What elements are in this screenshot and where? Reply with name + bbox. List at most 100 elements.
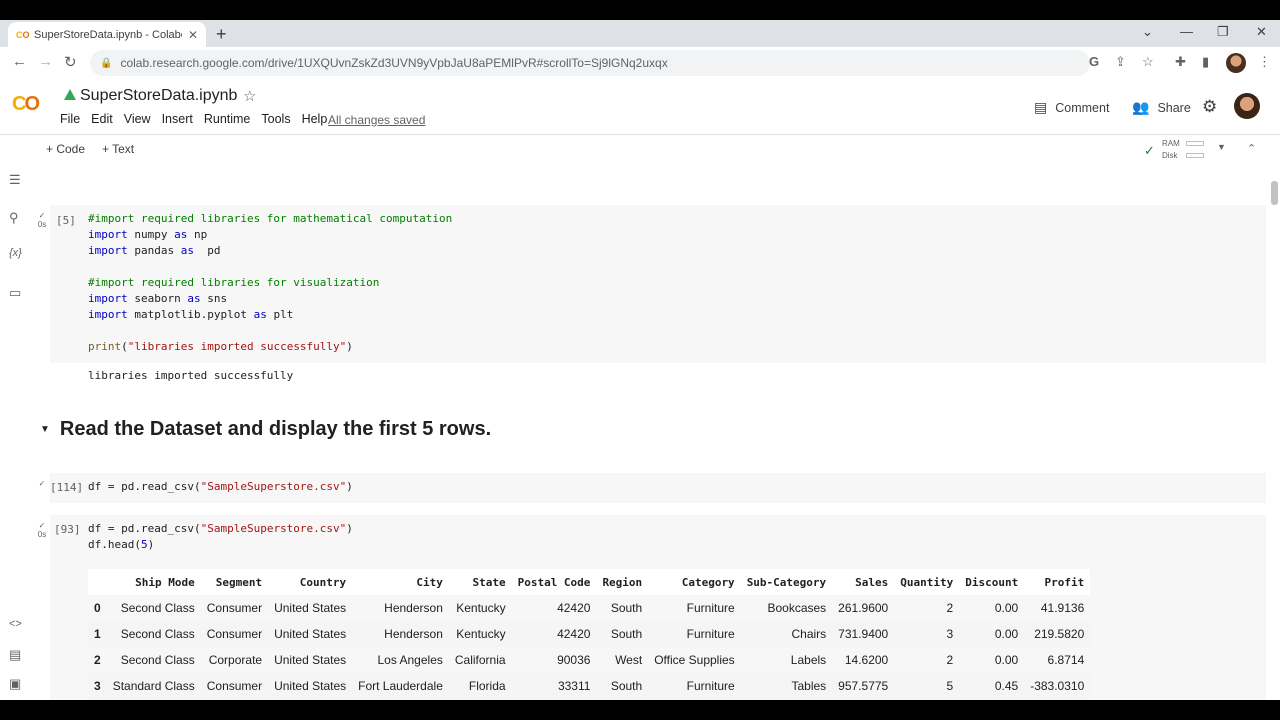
search-icon[interactable]: ⚲: [9, 210, 19, 226]
collapse-caret-icon[interactable]: ▼: [40, 424, 50, 435]
table-cell: United States: [274, 653, 347, 667]
browser-window: CO SuperStoreData.ipynb - Colabora ✕ + ⌄…: [0, 20, 1280, 700]
share-button[interactable]: 👥 Share: [1132, 99, 1191, 116]
column-header: Ship Mode: [106, 569, 201, 595]
cell-status-icon[interactable]: ✓ 0s: [36, 521, 48, 539]
menu-view[interactable]: View: [124, 112, 151, 126]
table-row: 3 Standard Class Consumer United States Fort…: [88, 673, 1091, 699]
column-header: Country: [268, 569, 353, 595]
collapse-header-icon[interactable]: ⌃: [1247, 142, 1256, 155]
minimize-icon[interactable]: —: [1180, 24, 1193, 39]
side-panel-icon[interactable]: ▮: [1202, 54, 1209, 70]
variables-icon[interactable]: {x}: [9, 247, 22, 259]
google-icon[interactable]: G: [1089, 54, 1099, 69]
code-editor[interactable]: #import required libraries for mathemati…: [88, 211, 452, 355]
command-palette-icon[interactable]: ▤: [9, 647, 21, 663]
list-icon[interactable]: ☰: [9, 172, 21, 188]
share-label: Share: [1157, 100, 1191, 115]
share-page-icon[interactable]: ⇪: [1115, 54, 1126, 70]
ram-bar: [1186, 141, 1204, 146]
table-cell: Kentucky: [448, 621, 512, 647]
execution-count: [93]: [54, 523, 81, 536]
folder-icon[interactable]: ▭: [9, 285, 21, 301]
table-row: 0 Second Class Consumer United States Hender…: [88, 595, 1090, 621]
extensions-icon[interactable]: ✚: [1175, 54, 1186, 70]
code-cell-imports[interactable]: ✓ 0s [5] #import required libraries for m…: [38, 205, 1266, 363]
table-cell: South: [596, 673, 649, 699]
ram-label: RAM: [1162, 139, 1180, 148]
table-cell: Florida: [448, 673, 512, 699]
vertical-scrollbar[interactable]: [1270, 165, 1280, 700]
maximize-icon[interactable]: ❐: [1217, 24, 1229, 40]
table-cell: 42420: [511, 621, 597, 647]
table-cell: South: [610, 601, 643, 615]
table-cell: 0.00: [959, 621, 1025, 647]
menu-tools[interactable]: Tools: [261, 112, 290, 126]
table-cell: 2: [946, 601, 954, 615]
column-header: [88, 569, 107, 595]
table-cell: 261.9600: [838, 601, 889, 615]
terminal-icon[interactable]: ▣: [9, 676, 21, 692]
column-header: Profit: [1024, 569, 1091, 595]
table-cell: Henderson: [384, 601, 443, 615]
table-cell: Standard Class: [106, 673, 201, 699]
profile-avatar[interactable]: [1226, 53, 1246, 73]
table-cell: 6.8714: [1047, 653, 1085, 667]
chevron-down-icon[interactable]: ▼: [1217, 142, 1226, 152]
column-header: Sub-Category: [740, 569, 833, 595]
table-cell: Chairs: [740, 621, 833, 647]
column-header: Sales: [832, 569, 895, 595]
arrow-right-icon[interactable]: →: [38, 53, 53, 70]
dataframe-output: Ship Mode Segment Country City State Pos…: [88, 569, 1091, 699]
drive-icon: [64, 89, 76, 100]
comment-label: Comment: [1055, 100, 1110, 115]
arrow-left-icon[interactable]: ←: [12, 53, 27, 70]
code-cell-read-csv[interactable]: ✓ [114] df = pd.read_csv("SampleSupersto…: [39, 473, 1266, 503]
left-rail: ☰ ⚲ {x} ▭ <> ▤ ▣: [0, 135, 34, 700]
menu-runtime[interactable]: Runtime: [204, 112, 251, 126]
table-cell: 33311: [511, 673, 597, 699]
people-icon: 👥: [1132, 99, 1150, 115]
new-tab-icon[interactable]: +: [216, 24, 227, 45]
close-window-icon[interactable]: ✕: [1256, 24, 1267, 40]
gear-icon[interactable]: ⚙: [1202, 97, 1217, 117]
heading-text: Read the Dataset and display the first 5…: [59, 418, 492, 440]
table-row: 1 Second Class Consumer United States Hender…: [88, 621, 1091, 647]
column-header: Region: [596, 569, 649, 595]
table-cell: Consumer: [200, 673, 269, 699]
browser-menu-icon[interactable]: ⋮: [1258, 54, 1271, 70]
colab-logo[interactable]: CO: [12, 93, 40, 116]
tab-search-icon[interactable]: ⌄: [1142, 24, 1153, 40]
code-editor[interactable]: df = pd.read_csv("SampleSuperstore.csv"): [88, 479, 353, 495]
notebook-content: ✓ 0s [5] #import required libraries for m…: [34, 165, 1270, 700]
browser-tab[interactable]: CO SuperStoreData.ipynb - Colabora ✕: [8, 22, 206, 47]
cell-status-icon[interactable]: ✓ 0s: [36, 211, 48, 229]
table-cell: Kentucky: [456, 601, 506, 615]
table-cell: -383.0310: [1024, 673, 1091, 699]
bookmark-star-icon[interactable]: ☆: [1142, 54, 1154, 70]
reload-icon[interactable]: ↻: [64, 53, 77, 71]
code-editor[interactable]: df = pd.read_csv("SampleSuperstore.csv")…: [88, 521, 353, 553]
menu-edit[interactable]: Edit: [91, 112, 113, 126]
url-text: colab.research.google.com/drive/1UXQUvnZ…: [120, 56, 668, 70]
address-bar[interactable]: 🔒 colab.research.google.com/drive/1UXQUv…: [90, 50, 1090, 76]
add-code-button[interactable]: + Code: [46, 142, 85, 156]
save-status[interactable]: All changes saved: [328, 113, 425, 127]
star-icon[interactable]: ☆: [243, 87, 256, 105]
tab-close-icon[interactable]: ✕: [188, 28, 198, 42]
menu-insert[interactable]: Insert: [162, 112, 193, 126]
table-cell: 2: [946, 653, 954, 667]
disk-label: Disk: [1162, 151, 1178, 160]
account-avatar[interactable]: [1234, 93, 1260, 119]
notebook-title[interactable]: SuperStoreData.ipynb: [80, 87, 237, 105]
scrollbar-thumb[interactable]: [1271, 181, 1278, 205]
menu-file[interactable]: File: [60, 112, 80, 126]
disk-bar: [1186, 153, 1204, 158]
cell-status-icon[interactable]: ✓: [36, 479, 48, 488]
comment-button[interactable]: ▤ Comment: [1034, 99, 1109, 116]
menu-help[interactable]: Help: [302, 112, 328, 126]
add-text-button[interactable]: + Text: [102, 142, 134, 156]
code-snippets-icon[interactable]: <>: [9, 618, 22, 630]
table-header-row: Ship Mode Segment Country City State Pos…: [88, 569, 1091, 595]
table-cell: United States: [268, 673, 353, 699]
